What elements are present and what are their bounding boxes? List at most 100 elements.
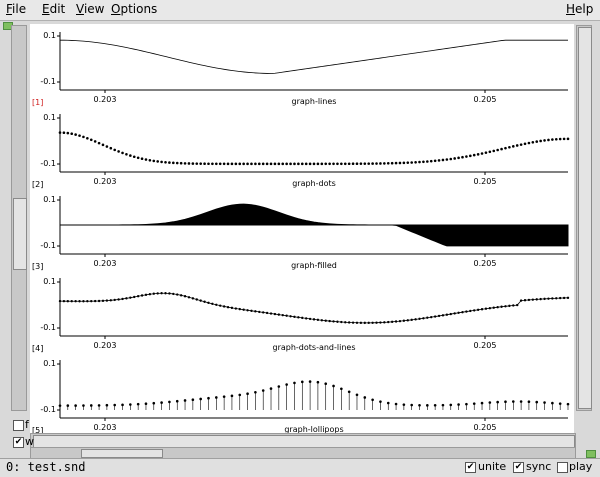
lollipop-head [472, 402, 476, 405]
waveform-dot [496, 306, 499, 309]
lollipop-head [543, 401, 546, 404]
y-scrollbar[interactable] [576, 25, 592, 411]
waveform-dot [500, 147, 503, 151]
sync-checkbox[interactable]: ✔ [513, 462, 524, 473]
waveform-dot [492, 149, 496, 153]
lollipop-head [129, 403, 132, 406]
waveform-dot [133, 295, 136, 299]
play-label: play [569, 460, 593, 473]
waveform-dot [511, 145, 515, 148]
waveform-dot [175, 161, 179, 165]
waveform-dot [74, 300, 77, 303]
left-strip [0, 21, 10, 449]
waveform-dot [504, 305, 507, 308]
waveform-dot [347, 162, 351, 166]
waveform-dot [144, 158, 148, 161]
unite-checkbox[interactable]: ✔ [465, 462, 476, 473]
pane-grab-handle-right[interactable] [586, 450, 596, 458]
waveform-dot [265, 311, 269, 315]
waveform-dot [70, 300, 73, 303]
waveform-dot [269, 162, 273, 166]
lollipop-head [246, 392, 249, 396]
waveform-dot [125, 297, 128, 300]
waveform-dot [136, 156, 140, 160]
waveform-dot [203, 162, 206, 166]
waveform-dot [359, 321, 363, 325]
waveform-dot [480, 308, 484, 311]
menu-view[interactable]: View [76, 2, 104, 16]
lollipop-head [168, 400, 171, 404]
menu-help[interactable]: Help [566, 2, 593, 16]
waveform-dot [390, 320, 394, 324]
waveform-dot [293, 162, 296, 166]
lollipop-head [89, 404, 93, 407]
waveform-dot [105, 299, 109, 302]
waveform-dot [406, 161, 410, 164]
lollipop-head [160, 401, 163, 404]
waveform-dot [328, 162, 331, 166]
lollipop-head [144, 402, 148, 406]
waveform-dot [484, 307, 488, 310]
menu-edit[interactable]: Edit [42, 2, 65, 16]
waveform-dot [433, 315, 437, 318]
waveform-dot [472, 153, 476, 157]
lollipop-head [215, 396, 218, 399]
waveform-dot [453, 312, 456, 315]
waveform-dot [191, 297, 195, 300]
lollipop-head [152, 401, 156, 405]
waveform-dot [383, 321, 386, 324]
graphs-svg[interactable]: 0.1-0.10.203 0.205graph-lines[1]0.1-0.10.… [30, 24, 574, 435]
graph-canvas[interactable]: 0.1 -0.1 0.203 0.205 graph-lines [1] 0.1 -0.1 0.… [30, 24, 574, 435]
waveform-dot [265, 162, 269, 166]
f-checkbox[interactable] [13, 420, 24, 431]
waveform-dot [344, 321, 347, 324]
waveform-dot [148, 158, 152, 162]
waveform-dot [558, 137, 562, 141]
waveform-dot [238, 307, 241, 311]
graph-title: graph-dots [292, 179, 336, 188]
waveform-dot [254, 310, 257, 313]
lollipop-head [426, 404, 429, 407]
waveform-dot [324, 162, 328, 166]
lollipop-head [238, 393, 242, 397]
lollipop-head [386, 401, 390, 405]
lollipop-head [566, 402, 570, 406]
y-tick-label-top: 0.1 [43, 277, 56, 286]
waveform-dot [117, 150, 120, 153]
waveform-dot [336, 162, 339, 166]
waveform-dot [406, 319, 409, 322]
graph-title: graph-lines [292, 97, 337, 106]
lollipop-head [519, 400, 523, 403]
waveform-dot [93, 140, 97, 143]
x-tick-label: 0.203 [94, 423, 117, 432]
waveform-dot [488, 150, 492, 154]
waveform-dot [113, 148, 117, 152]
waveform-dot [250, 309, 253, 313]
y-zoom-slider-thumb[interactable] [13, 198, 27, 270]
waveform-dot [398, 161, 402, 165]
waveform-dot [78, 300, 81, 303]
x-tick-label: 0.203 [94, 177, 117, 186]
waveform-dot [297, 316, 300, 319]
menu-file[interactable]: File [6, 2, 26, 16]
waveform-dot [531, 140, 535, 144]
lollipop-head [355, 393, 359, 397]
y-zoom-slider[interactable] [11, 25, 27, 411]
waveform-dot [195, 162, 199, 165]
y-tick-label-bottom: -0.1 [40, 159, 56, 168]
waveform-dot [101, 143, 105, 147]
waveform-dot [371, 321, 374, 324]
play-checkbox[interactable] [557, 462, 568, 473]
waveform-dot [476, 308, 480, 312]
waveform-dot [261, 162, 265, 166]
waveform-dot [172, 161, 175, 165]
w-checkbox[interactable]: ✔ [13, 437, 24, 448]
waveform-dot [465, 155, 468, 158]
y-scrollbar-thumb[interactable] [578, 27, 592, 409]
waveform-dot [426, 316, 429, 319]
waveform-dot [187, 296, 191, 299]
lollipop-head [183, 399, 187, 402]
menu-options[interactable]: Options [111, 2, 157, 16]
x-zoom-slider-thumb[interactable] [81, 449, 163, 458]
waveform-dot [195, 298, 198, 301]
